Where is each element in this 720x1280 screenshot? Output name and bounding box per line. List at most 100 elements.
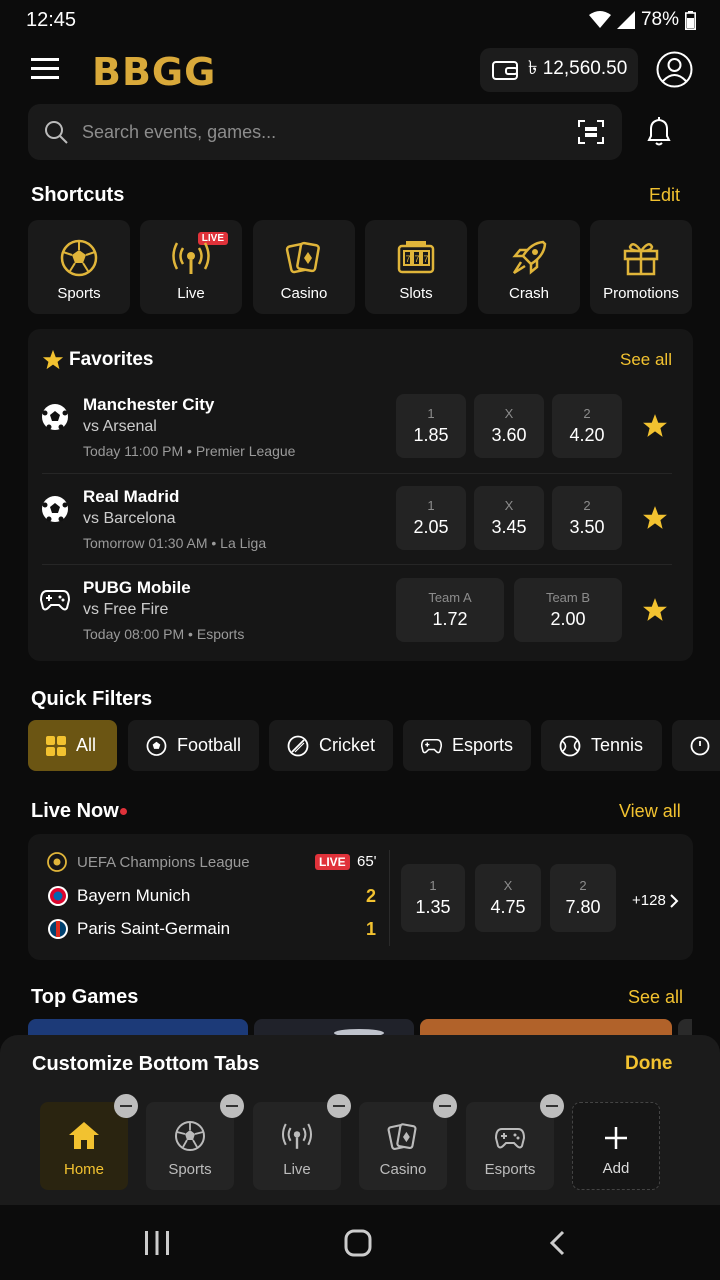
- remove-tab-button[interactable]: [114, 1094, 138, 1118]
- tab-casino[interactable]: Casino: [359, 1094, 457, 1190]
- opponent-name: vs Arsenal: [83, 418, 157, 435]
- notification-bell-icon[interactable]: [645, 116, 673, 148]
- favorites-card: Favorites See all Manchester City vs Ars…: [28, 329, 693, 661]
- shortcut-crash[interactable]: Crash: [478, 220, 580, 314]
- filter-chip-tennis[interactable]: Tennis: [541, 720, 662, 771]
- recent-apps-icon[interactable]: [144, 1231, 170, 1255]
- slot-machine-icon: 777: [397, 241, 435, 274]
- filter-chip-cricket[interactable]: Cricket: [269, 720, 393, 771]
- filter-chip-football[interactable]: Football: [128, 720, 259, 771]
- system-nav-bar: [0, 1205, 720, 1280]
- shortcut-label: Promotions: [603, 285, 679, 302]
- shortcut-label: Sports: [57, 285, 101, 302]
- status-time: 12:45: [26, 9, 77, 31]
- filter-chip-all[interactable]: All: [28, 720, 117, 771]
- tab-esports[interactable]: Esports: [466, 1094, 564, 1190]
- shortcut-label: Casino: [280, 285, 328, 302]
- favorite-star-icon[interactable]: [642, 597, 668, 623]
- live-match-card[interactable]: UEFA Champions League LIVE 65' Bayern Mu…: [28, 834, 693, 960]
- shortcut-live[interactable]: LIVE Live: [140, 220, 242, 314]
- clock-icon: [690, 736, 710, 755]
- tab-home[interactable]: Home: [40, 1094, 138, 1190]
- more-markets-count[interactable]: +128: [632, 892, 666, 909]
- favorite-match-row[interactable]: Manchester City vs Arsenal Today 11:00 P…: [28, 385, 693, 475]
- status-bar: 12:45 78%: [0, 0, 720, 40]
- shortcut-casino[interactable]: Casino: [253, 220, 355, 314]
- odds-button[interactable]: 1 2.05: [396, 486, 466, 550]
- back-icon[interactable]: [549, 1230, 565, 1256]
- odds-value: 1.85: [413, 425, 449, 445]
- app-logo[interactable]: BBGG: [92, 50, 216, 94]
- favorite-match-row[interactable]: PUBG Mobile vs Free Fire Today 08:00 PM …: [28, 569, 693, 659]
- odds-button[interactable]: Team B 2.00: [514, 578, 622, 642]
- odds-button[interactable]: Team A 1.72: [396, 578, 504, 642]
- rocket-icon: [512, 240, 547, 275]
- away-score: 1: [366, 919, 377, 939]
- favorite-match-row[interactable]: Real Madrid vs Barcelona Tomorrow 01:30 …: [28, 477, 693, 567]
- odds-label: X: [503, 878, 513, 893]
- filter-chip-esports[interactable]: Esports: [403, 720, 531, 771]
- odds-button[interactable]: X 4.75: [475, 864, 541, 932]
- odds-button[interactable]: X 3.45: [474, 486, 544, 550]
- favorites-see-all-link[interactable]: See all: [620, 350, 672, 370]
- team-name: Manchester City: [83, 395, 215, 414]
- menu-icon[interactable]: [31, 58, 59, 80]
- live-view-all-link[interactable]: View all: [619, 801, 681, 822]
- odds-value: 3.45: [491, 517, 527, 537]
- bayern-logo-icon: [48, 886, 68, 906]
- shortcuts-edit-link[interactable]: Edit: [649, 185, 680, 206]
- home-nav-icon[interactable]: [344, 1229, 372, 1257]
- search-input[interactable]: [82, 116, 562, 148]
- soccer-ball-icon: [175, 1121, 205, 1151]
- odds-label: X: [504, 406, 514, 421]
- svg-text:7: 7: [415, 254, 420, 264]
- quick-filters-title: Quick Filters: [31, 688, 153, 710]
- top-games-title: Top Games: [31, 986, 139, 1008]
- odds-label: 2: [583, 406, 591, 421]
- odds-value: 2.00: [550, 609, 586, 629]
- add-tab-button[interactable]: Add: [572, 1102, 660, 1190]
- scan-icon[interactable]: [577, 118, 605, 146]
- app-header: BBGG ৳ 12,560.50: [0, 40, 720, 100]
- remove-tab-button[interactable]: [433, 1094, 457, 1118]
- tab-sports[interactable]: Sports: [146, 1094, 244, 1190]
- shortcut-promotions[interactable]: Promotions: [590, 220, 692, 314]
- top-games-see-all-link[interactable]: See all: [628, 987, 683, 1008]
- match-meta: Today 11:00 PM • Premier League: [83, 443, 296, 459]
- favorite-star-icon[interactable]: [642, 505, 668, 531]
- divider: [389, 850, 390, 946]
- done-button[interactable]: Done: [625, 1053, 673, 1075]
- battery-percent: 78%: [640, 9, 679, 30]
- remove-tab-button[interactable]: [540, 1094, 564, 1118]
- shortcut-label: Live: [177, 285, 205, 302]
- odds-value: 4.75: [490, 897, 526, 917]
- favorite-star-icon[interactable]: [642, 413, 668, 439]
- shortcut-sports[interactable]: Sports: [28, 220, 130, 314]
- odds-label: 1: [429, 878, 437, 893]
- league-name: UEFA Champions League: [77, 854, 250, 871]
- match-meta: Tomorrow 01:30 AM • La Liga: [83, 535, 267, 551]
- odds-button[interactable]: 1 1.85: [396, 394, 466, 458]
- odds-button[interactable]: 2 4.20: [552, 394, 622, 458]
- remove-tab-button[interactable]: [220, 1094, 244, 1118]
- odds-button[interactable]: 2 7.80: [550, 864, 616, 932]
- shortcut-slots[interactable]: 777 Slots: [365, 220, 467, 314]
- soccer-ball-icon: [42, 404, 68, 430]
- filter-chip-more[interactable]: [672, 720, 720, 771]
- chevron-right-icon[interactable]: [670, 894, 679, 908]
- shortcut-label: Crash: [508, 285, 549, 302]
- odds-label: 1: [427, 498, 435, 513]
- customize-tabs-sheet: Customize Bottom Tabs Done Home Sports L…: [0, 1035, 720, 1205]
- odds-label: Team B: [545, 590, 591, 605]
- odds-button[interactable]: 1 1.35: [401, 864, 465, 932]
- soccer-ball-icon: [146, 735, 167, 756]
- remove-tab-button[interactable]: [327, 1094, 351, 1118]
- odds-button[interactable]: X 3.60: [474, 394, 544, 458]
- tab-live[interactable]: Live: [253, 1094, 351, 1190]
- filter-label: Football: [176, 735, 241, 755]
- profile-icon[interactable]: [656, 51, 693, 88]
- wallet-balance-button[interactable]: ৳ 12,560.50: [480, 48, 638, 92]
- odds-value: 3.50: [569, 517, 605, 537]
- odds-button[interactable]: 2 3.50: [552, 486, 622, 550]
- tab-label: Home: [63, 1161, 104, 1178]
